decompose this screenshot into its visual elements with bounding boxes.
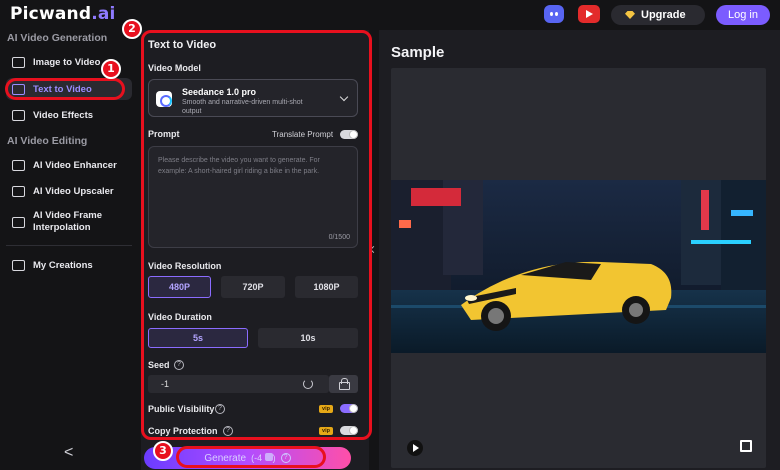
sidebar-item-my-creations[interactable]: My Creations: [6, 254, 132, 276]
upgrade-button[interactable]: Upgrade: [611, 5, 705, 25]
step-badge-3: 3: [153, 441, 173, 461]
top-bar: Picwand.ai Upgrade Log in: [0, 0, 780, 30]
section-title-generation: AI Video Generation: [7, 32, 108, 44]
sparkle-icon: [12, 109, 25, 121]
enhancer-icon: [12, 159, 25, 171]
sample-video-thumbnail: [391, 180, 766, 353]
logo[interactable]: Picwand.ai: [10, 4, 116, 24]
highlight-ring-text-to-video: [5, 78, 125, 100]
step-badge-1: 1: [101, 59, 121, 79]
sample-video-player[interactable]: [391, 68, 766, 468]
youtube-icon[interactable]: [578, 5, 600, 23]
sidebar-item-video-effects[interactable]: Video Effects: [6, 104, 132, 126]
sidebar-item-label: My Creations: [33, 259, 93, 271]
sidebar-item-label: AI Video Frame Interpolation: [33, 210, 102, 233]
sample-title: Sample: [391, 44, 445, 61]
folder-icon: [12, 259, 25, 271]
discord-icon[interactable]: [544, 5, 564, 23]
sidebar-item-frame-interpolation[interactable]: AI Video Frame Interpolation: [6, 207, 132, 237]
sidebar-item-label: AI Video Enhancer: [33, 159, 117, 171]
step-badge-2: 2: [122, 19, 142, 39]
logo-main: Picwand: [10, 4, 92, 24]
highlight-ring-generate: [176, 446, 326, 468]
fullscreen-icon[interactable]: [740, 440, 752, 452]
sidebar-divider: [6, 245, 132, 246]
upgrade-label: Upgrade: [641, 9, 686, 21]
sidebar-item-video-enhancer[interactable]: AI Video Enhancer: [6, 154, 132, 176]
image-icon: [12, 56, 25, 68]
sample-area: Sample: [379, 30, 780, 470]
sidebar-item-label: AI Video Upscaler: [33, 185, 114, 197]
sidebar-item-video-upscaler[interactable]: AI Video Upscaler: [6, 180, 132, 202]
diamond-icon: [625, 11, 635, 19]
highlight-ring-panel: [141, 30, 372, 440]
section-title-editing: AI Video Editing: [7, 135, 88, 147]
play-icon[interactable]: [407, 440, 423, 456]
frame-icon: [12, 216, 25, 228]
collapse-sidebar-button[interactable]: <: [64, 444, 73, 462]
login-button[interactable]: Log in: [716, 5, 770, 25]
logo-ext: .ai: [91, 4, 116, 24]
sidebar-item-label: Image to Video: [33, 56, 101, 68]
sidebar-item-label: Video Effects: [33, 109, 94, 121]
upscaler-icon: [12, 185, 25, 197]
